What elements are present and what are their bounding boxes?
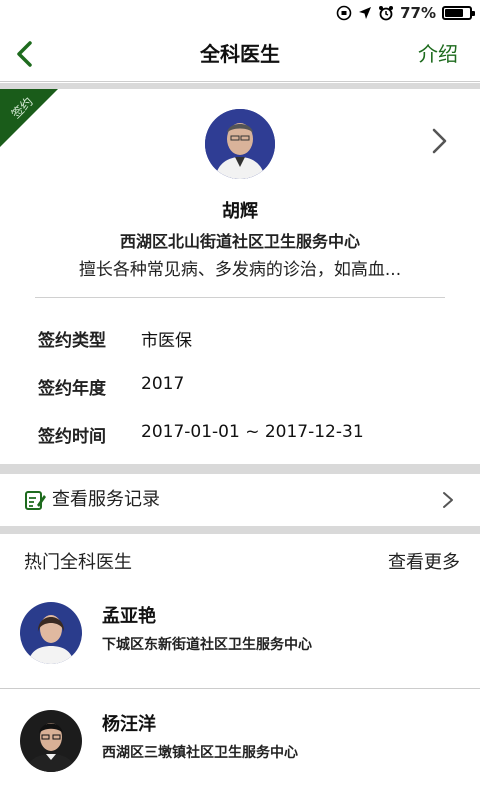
hot-doctor-name: 孟亚艳 bbox=[102, 606, 156, 627]
status-indicators: 77% bbox=[336, 3, 475, 23]
contract-type-label: 签约类型 bbox=[38, 331, 106, 351]
contract-year-value: 2017 bbox=[141, 374, 185, 394]
alarm-clock-icon bbox=[379, 6, 394, 21]
hot-doctor-organization: 西湖区三墩镇社区卫生服务中心 bbox=[102, 745, 298, 761]
signed-doctor-card[interactable]: 签约 胡辉 西湖区北山街道社区卫生服务中心 擅长各种常见病、多发病的诊治，如高血… bbox=[0, 89, 480, 464]
chevron-right-icon bbox=[443, 492, 453, 508]
hot-doctor-item[interactable]: 杨汪洋 西湖区三墩镇社区卫生服务中心 bbox=[0, 698, 480, 796]
battery-level bbox=[445, 9, 464, 17]
hot-doctor-organization: 下城区东新街道社区卫生服务中心 bbox=[102, 637, 312, 653]
hot-doctor-name: 杨汪洋 bbox=[102, 714, 156, 735]
hot-doctor-item[interactable]: 孟亚艳 下城区东新街道社区卫生服务中心 bbox=[0, 590, 480, 688]
service-record-label: 查看服务记录 bbox=[52, 489, 160, 510]
status-bar: 77% bbox=[0, 0, 480, 26]
contract-period-label: 签约时间 bbox=[38, 427, 106, 447]
edit-record-icon bbox=[25, 491, 46, 510]
doctor-avatar bbox=[20, 710, 82, 772]
section-separator bbox=[0, 464, 480, 474]
service-record-button[interactable]: 查看服务记录 bbox=[0, 474, 480, 526]
view-more-link[interactable]: 查看更多 bbox=[388, 548, 460, 574]
list-divider bbox=[0, 688, 480, 689]
contract-type-row: 签约类型 市医保 bbox=[38, 326, 192, 351]
chevron-right-icon[interactable] bbox=[430, 127, 450, 155]
intro-button[interactable]: 介绍 bbox=[418, 26, 458, 82]
contract-year-label: 签约年度 bbox=[38, 379, 106, 399]
contract-year-row: 签约年度 2017 bbox=[38, 374, 184, 399]
battery-percent: 77% bbox=[400, 4, 436, 22]
contract-period-value: 2017-01-01 ~ 2017-12-31 bbox=[141, 422, 364, 442]
contract-type-value: 市医保 bbox=[141, 331, 192, 351]
hot-doctors-title: 热门全科医生 bbox=[24, 552, 132, 573]
battery-icon bbox=[442, 6, 475, 20]
doctor-name: 胡辉 bbox=[222, 201, 258, 222]
card-divider bbox=[35, 297, 445, 298]
nav-bar: 全科医生 介绍 bbox=[0, 26, 480, 82]
hot-doctors-section: 热门全科医生 查看更多 孟亚艳 下城区东新街道社区卫生服务中心 杨汪洋 西湖区三… bbox=[0, 534, 480, 800]
section-separator bbox=[0, 526, 480, 534]
doctor-specialty: 擅长各种常见病、多发病的诊治，如高血... bbox=[78, 260, 402, 280]
back-arrow-icon[interactable] bbox=[8, 36, 44, 72]
page-title: 全科医生 bbox=[200, 42, 280, 66]
doctor-avatar bbox=[20, 602, 82, 664]
contract-period-row: 签约时间 2017-01-01 ~ 2017-12-31 bbox=[38, 422, 364, 447]
doctor-avatar bbox=[205, 109, 275, 179]
doctor-organization: 西湖区北山街道社区卫生服务中心 bbox=[119, 232, 360, 251]
location-arrow-icon bbox=[359, 7, 372, 19]
orientation-lock-icon bbox=[336, 5, 352, 21]
